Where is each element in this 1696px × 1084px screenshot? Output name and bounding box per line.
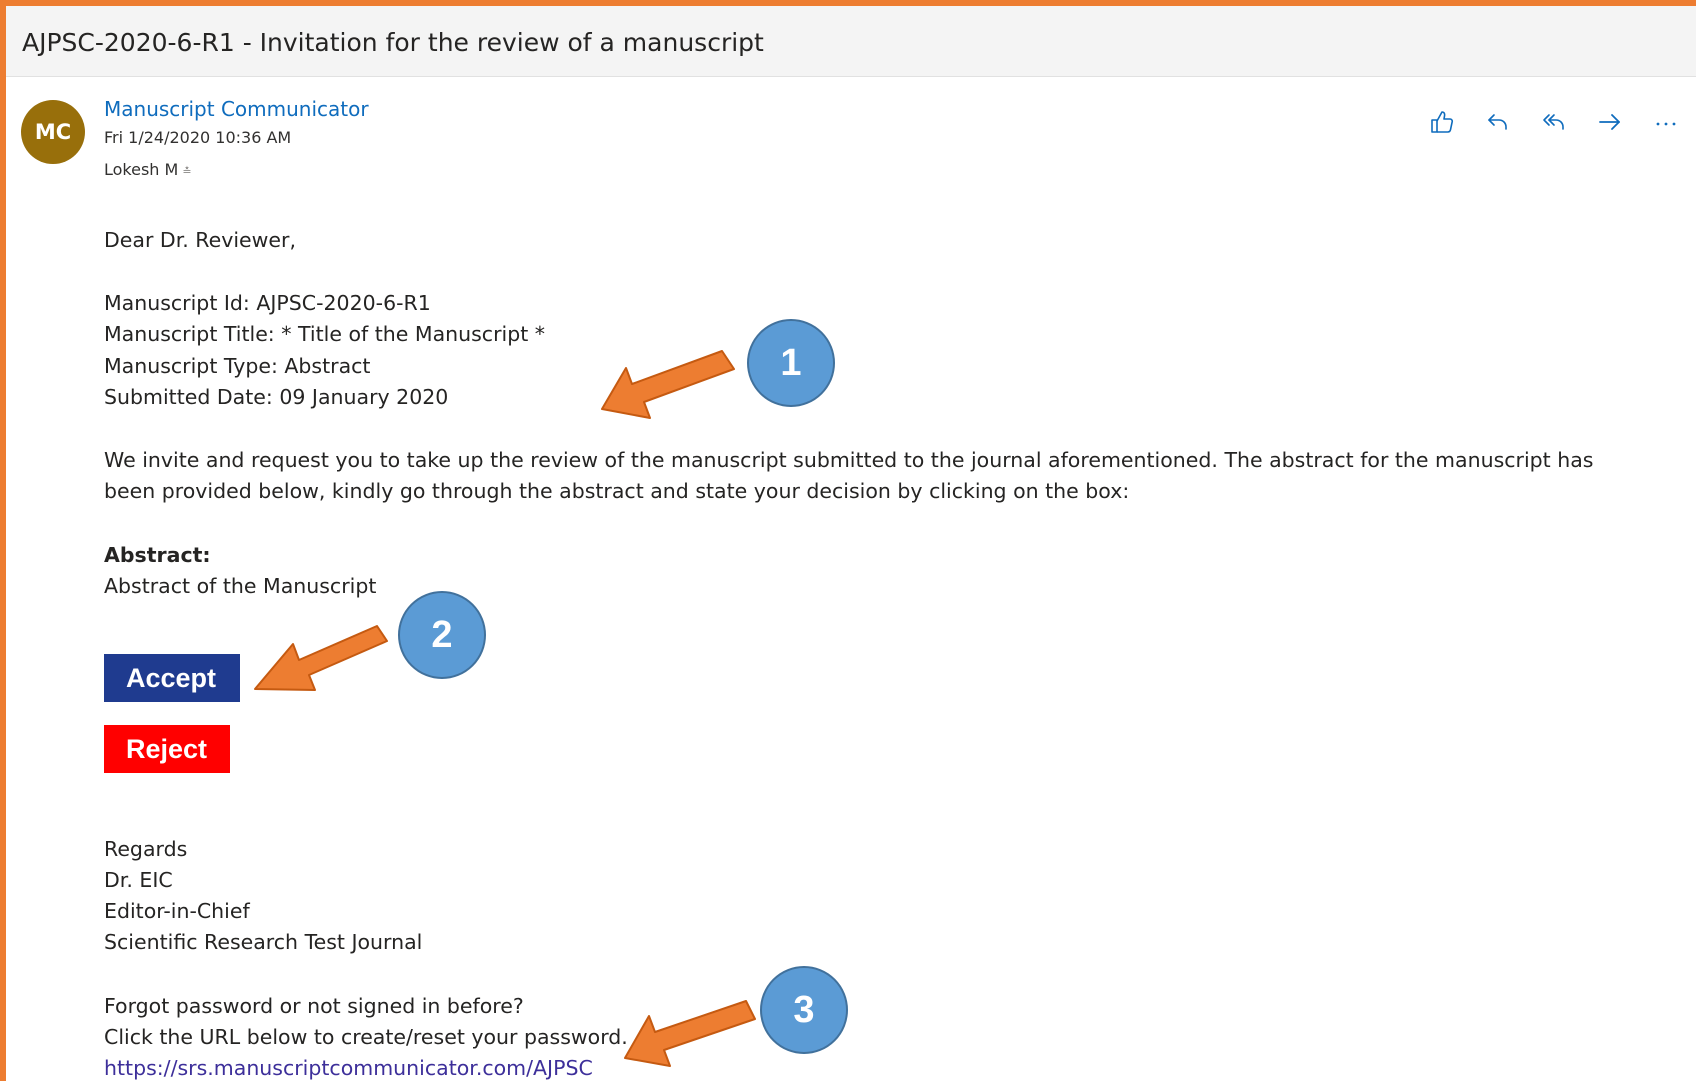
callout-3-badge: 3	[760, 966, 848, 1054]
callout-1-badge: 1	[747, 319, 835, 407]
callout-2-arrow	[254, 625, 388, 691]
callout-2-badge: 2	[398, 591, 486, 679]
callout-1-arrow	[601, 350, 735, 419]
callout-3-arrow	[624, 1000, 756, 1067]
annotation-arrows	[254, 350, 756, 1067]
